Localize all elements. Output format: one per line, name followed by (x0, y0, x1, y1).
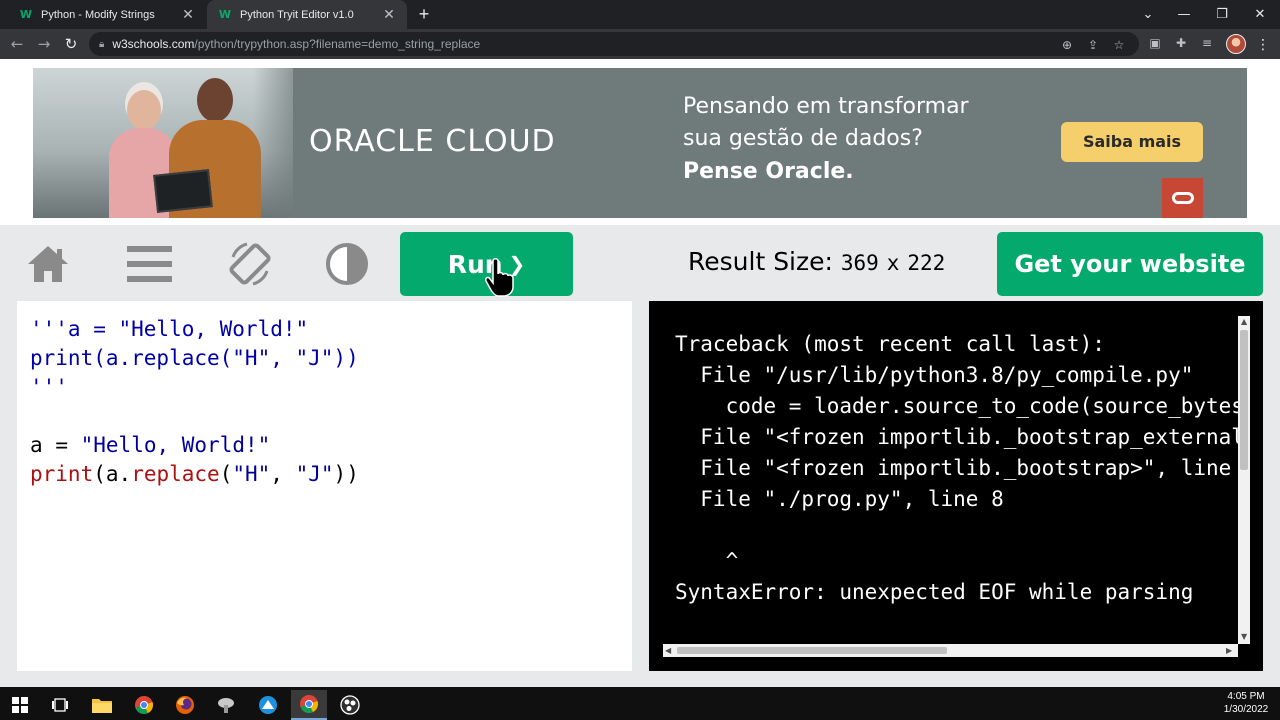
browser-tab-strip: W Python - Modify Strings ✕ W Python Try… (0, 0, 1280, 29)
reload-icon[interactable]: ↻ (60, 33, 82, 55)
app-icon[interactable] (250, 690, 286, 720)
tab-python-tryit-editor[interactable]: W Python Tryit Editor v1.0 ✕ (207, 0, 407, 29)
clock-time: 4:05 PM (1227, 691, 1265, 702)
chrome-icon[interactable] (126, 690, 162, 720)
chrome-active-icon[interactable] (291, 690, 327, 720)
ad-headline-2: sua gestão de dados? (683, 126, 923, 151)
saiba-mais-button[interactable]: Saiba mais (1061, 122, 1203, 162)
windows-taskbar: 4:05 PM 1/30/2022 (0, 687, 1280, 720)
menu-icon[interactable] (126, 241, 172, 287)
forward-arrow-icon[interactable]: → (33, 33, 55, 55)
new-tab-button[interactable]: + (414, 4, 434, 24)
file-explorer-icon[interactable] (84, 690, 120, 720)
ad-headline-1: Pensando em transformar (683, 94, 969, 119)
hand-pointer-cursor-icon (485, 258, 514, 297)
tryit-page: ORACLE CLOUD Pensando em transformar sua… (0, 59, 1280, 687)
scroll-down-arrow-icon[interactable]: ▼ (1241, 632, 1247, 641)
result-x: x (886, 251, 900, 275)
tab-python-modify-strings[interactable]: W Python - Modify Strings ✕ (8, 0, 206, 29)
puzzle-extensions-icon[interactable]: ✚ (1172, 34, 1190, 52)
browser-toolbar: ← → ↻ 🔒︎ w3schools.com/python/trypython.… (0, 29, 1280, 59)
code-line: ''' (30, 375, 68, 399)
dark-mode-icon[interactable] (324, 241, 370, 287)
oracle-logo-icon (1162, 178, 1203, 218)
ad-headline-3: Pense Oracle. (683, 159, 854, 184)
horizontal-scroll-thumb[interactable] (677, 647, 947, 654)
scroll-left-arrow-icon[interactable]: ◀ (665, 646, 671, 655)
share-icon[interactable]: ⇪ (1085, 37, 1101, 53)
close-tab-icon[interactable]: ✕ (381, 6, 397, 23)
result-output-area: Traceback (most recent call last): File … (663, 315, 1249, 657)
result-horizontal-scrollbar[interactable]: ◀ ▶ (663, 644, 1238, 657)
result-width: 369 (840, 251, 879, 275)
close-window-icon[interactable]: ✕ (1242, 0, 1278, 29)
browser-menu-icon[interactable]: ⋮ (1256, 34, 1270, 54)
url-path: /python/trypython.asp?filename=demo_stri… (194, 37, 481, 51)
ad-container: ORACLE CLOUD Pensando em transformar sua… (0, 59, 1280, 225)
close-tab-icon[interactable]: ✕ (180, 6, 196, 23)
oracle-cloud-logo: ORACLE CLOUD (309, 124, 556, 159)
task-view-icon[interactable] (42, 690, 78, 720)
tab-search-chevron-icon[interactable]: ⌄ (1130, 0, 1166, 29)
address-bar[interactable]: 🔒︎ w3schools.com/python/trypython.asp?fi… (89, 32, 1139, 56)
extension-icon[interactable]: ▣ (1146, 34, 1164, 52)
scroll-up-arrow-icon[interactable]: ▲ (1241, 317, 1247, 326)
minimize-window-icon[interactable]: — (1166, 0, 1202, 29)
firefox-icon[interactable] (167, 690, 203, 720)
w3schools-favicon-icon: W (218, 8, 232, 21)
rotate-orientation-icon[interactable] (227, 241, 273, 287)
lock-icon: 🔒︎ (99, 38, 105, 50)
code-line: print(a.replace("H", "J")) (30, 346, 359, 370)
result-size-label: Result Size: (688, 247, 833, 276)
code-line: print(a.replace("H", "J")) (30, 462, 359, 486)
code-line: '''a = "Hello, World!" (30, 317, 309, 341)
media-controls-icon[interactable]: ≡ (1198, 34, 1216, 52)
code-line: a = "Hello, World!" (30, 433, 271, 457)
result-vertical-scrollbar[interactable]: ▲ ▼ (1238, 316, 1250, 644)
code-editor[interactable]: '''a = "Hello, World!" print(a.replace("… (17, 301, 632, 671)
get-your-website-button[interactable]: Get your website (997, 232, 1263, 296)
oracle-ad-banner[interactable]: ORACLE CLOUD Pensando em transformar sua… (33, 68, 1247, 218)
vertical-scroll-thumb[interactable] (1240, 330, 1248, 470)
result-size-readout: Result Size: 369 x 222 (688, 247, 945, 276)
clock-date: 1/30/2022 (1223, 704, 1269, 715)
system-clock[interactable]: 4:05 PM 1/30/2022 (1216, 690, 1276, 716)
result-frame[interactable]: Traceback (most recent call last): File … (649, 301, 1263, 671)
windows-start-icon[interactable] (2, 690, 38, 720)
maximize-window-icon[interactable]: ❐ (1204, 0, 1240, 29)
scroll-right-arrow-icon[interactable]: ▶ (1226, 646, 1232, 655)
url-host: w3schools.com (112, 37, 195, 51)
traceback-output: Traceback (most recent call last): File … (675, 332, 1249, 604)
result-height: 222 (907, 251, 946, 275)
home-icon[interactable] (25, 241, 71, 287)
obs-studio-icon[interactable] (332, 690, 368, 720)
back-arrow-icon[interactable]: ← (6, 33, 28, 55)
profile-avatar[interactable] (1226, 34, 1246, 54)
w3schools-favicon-icon: W (19, 8, 33, 21)
bookmark-star-icon[interactable]: ☆ (1111, 37, 1127, 53)
app-icon[interactable] (208, 690, 244, 720)
zoom-icon[interactable]: ⊕ (1059, 37, 1075, 53)
tab-title: Python - Modify Strings (41, 8, 155, 21)
tab-title: Python Tryit Editor v1.0 (240, 8, 354, 21)
